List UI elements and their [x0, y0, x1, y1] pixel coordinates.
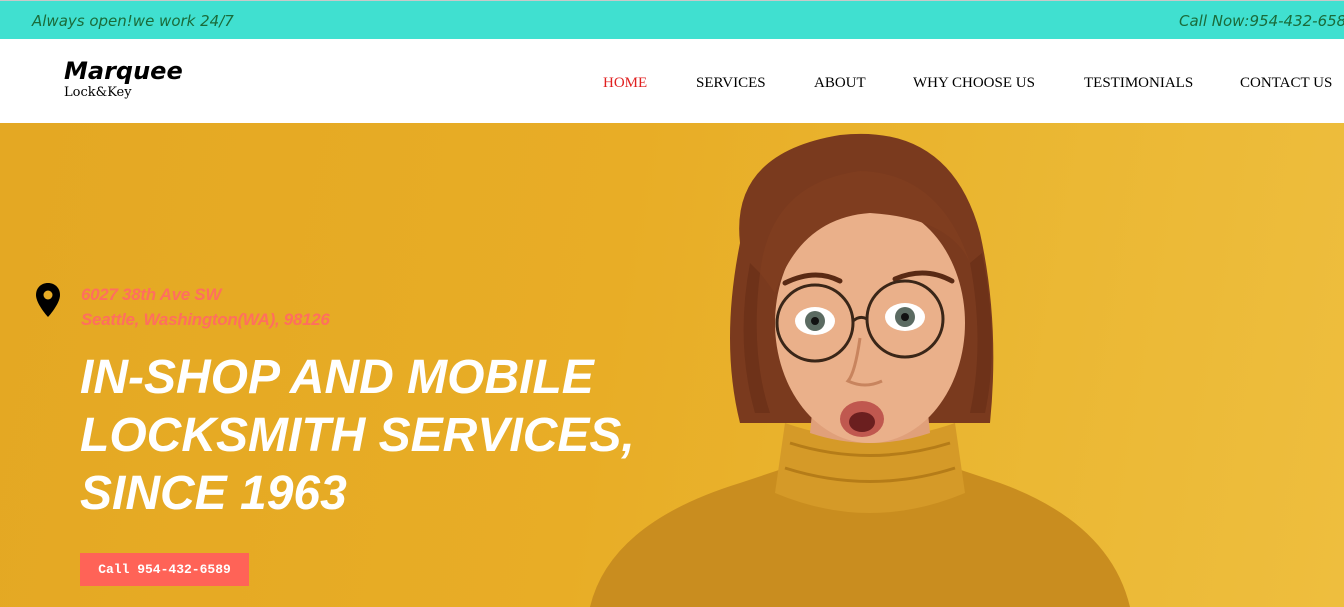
headline-line-2: LOCKSMITH SERVICES,: [80, 409, 635, 462]
hours-text: Always open!we work 24/7: [32, 12, 234, 30]
site-header: Marquee Lock&Key HOME SERVICES ABOUT WHY…: [0, 39, 1344, 123]
nav-contact-us[interactable]: CONTACT US: [1240, 75, 1332, 92]
hero-headline: IN-SHOP AND MOBILE LOCKSMITH SERVICES, S…: [80, 349, 720, 523]
address-city: Seattle, Washington(WA), 98126: [81, 310, 330, 329]
address-street: 6027 38th Ave SW: [81, 285, 222, 304]
nav-about[interactable]: ABOUT: [814, 75, 866, 92]
top-info-bar: Always open!we work 24/7 Call Now:954-43…: [0, 0, 1344, 39]
nav-services[interactable]: SERVICES: [696, 75, 766, 92]
call-button[interactable]: Call 954-432-6589: [80, 553, 249, 586]
hero-banner: 6027 38th Ave SW Seattle, Washington(WA)…: [0, 123, 1344, 607]
nav-testimonials[interactable]: TESTIMONIALS: [1084, 75, 1193, 92]
headline-line-1: IN-SHOP AND MOBILE: [80, 351, 594, 404]
headline-line-3: SINCE 1963: [80, 467, 347, 520]
nav-home[interactable]: HOME: [603, 75, 647, 92]
map-pin-icon: [36, 283, 60, 317]
call-now-link[interactable]: Call Now:954-432-6589: [1179, 12, 1344, 30]
nav-why-choose-us[interactable]: WHY CHOOSE US: [913, 75, 1035, 92]
main-nav: HOME SERVICES ABOUT WHY CHOOSE US TESTIM…: [0, 75, 1344, 95]
